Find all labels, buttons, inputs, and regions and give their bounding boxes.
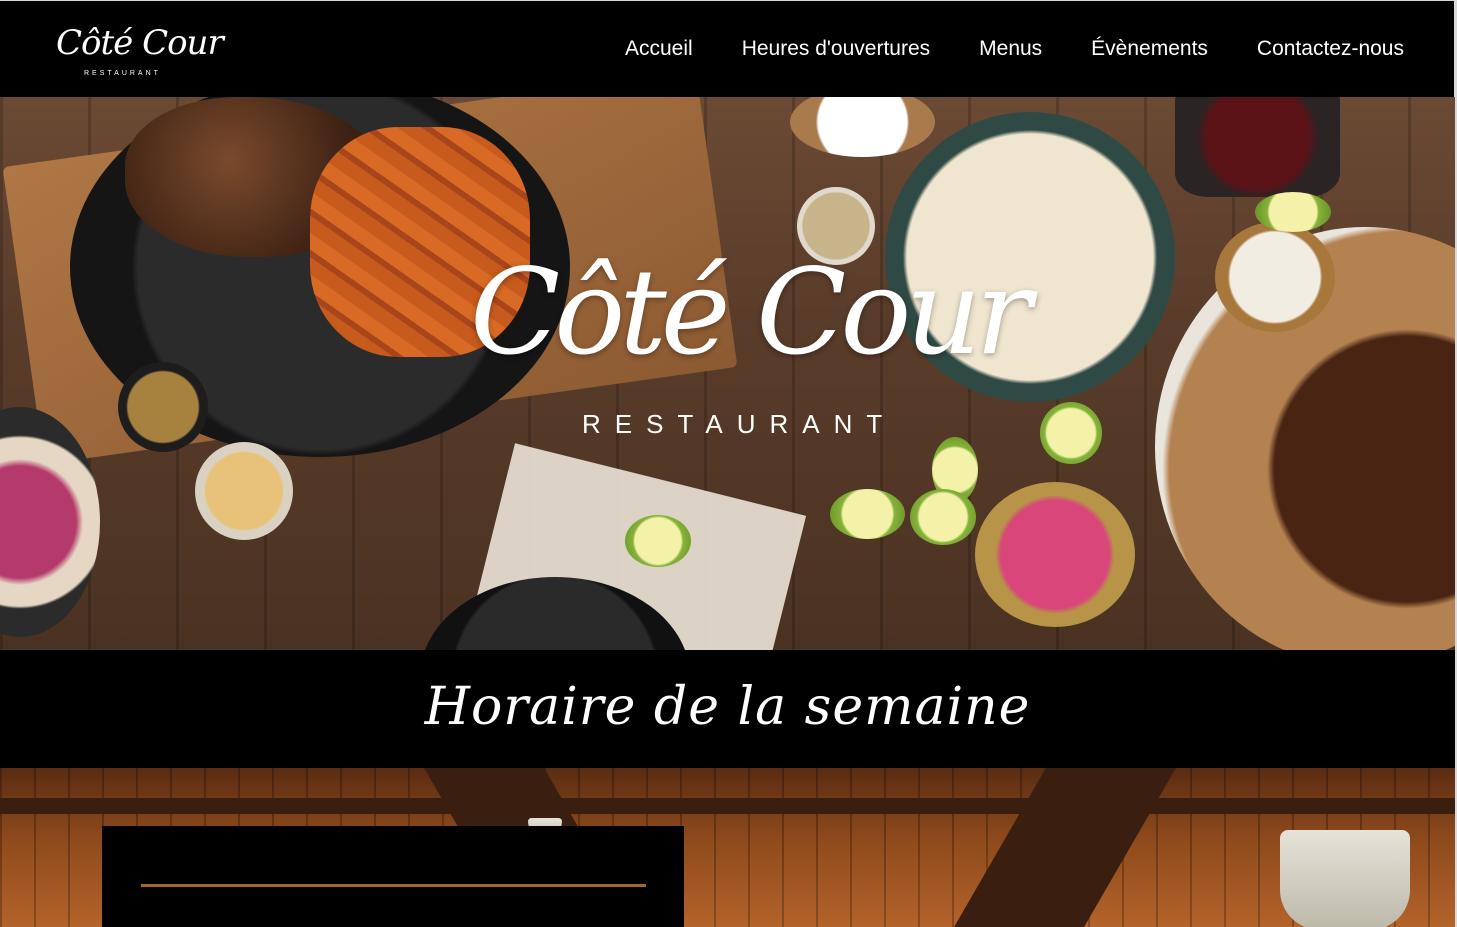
site-header: Côté Cour RESTAURANT Accueil Heures d'ou… <box>0 0 1457 97</box>
salt-bowl <box>790 97 935 157</box>
nav-item-evenements[interactable]: Évènements <box>1091 37 1208 61</box>
nav-item-heures[interactable]: Heures d'ouvertures <box>742 37 930 61</box>
logo-subtitle: RESTAURANT <box>84 70 161 77</box>
nav-item-menus[interactable]: Menus <box>979 37 1042 61</box>
site-logo[interactable]: Côté Cour RESTAURANT <box>56 23 224 81</box>
schedule-card <box>102 826 684 927</box>
section-title: Horaire de la semaine <box>424 677 1031 737</box>
logo-script-text: Côté Cour <box>56 23 224 63</box>
schedule-section-header: Horaire de la semaine <box>0 650 1455 768</box>
onion-bowl <box>975 482 1135 627</box>
hero-subtitle: RESTAURANT <box>582 409 897 439</box>
nav-item-accueil[interactable]: Accueil <box>625 37 693 61</box>
lime-1 <box>625 515 691 567</box>
wine-glass <box>1175 97 1340 197</box>
ceiling-beam <box>0 798 1455 814</box>
card-divider <box>141 884 646 887</box>
ceiling-beam <box>954 768 1176 927</box>
lime-5 <box>910 489 976 545</box>
main-nav: Accueil Heures d'ouvertures Menus Évènem… <box>576 37 1404 61</box>
pendant-lamp <box>1280 830 1410 927</box>
hero-logo: Côté Cour RESTAURANT <box>470 237 1032 439</box>
lime-6 <box>1255 192 1331 232</box>
hero-banner: Côté Cour RESTAURANT <box>0 97 1455 650</box>
mustard-bowl <box>118 362 208 452</box>
lime-2 <box>830 489 905 539</box>
hero-title-script: Côté Cour <box>470 243 1032 381</box>
nav-item-contact[interactable]: Contactez-nous <box>1257 37 1404 61</box>
cream-bowl <box>1215 222 1335 332</box>
sauce-bowl <box>195 442 293 540</box>
lime-4 <box>1040 402 1102 464</box>
